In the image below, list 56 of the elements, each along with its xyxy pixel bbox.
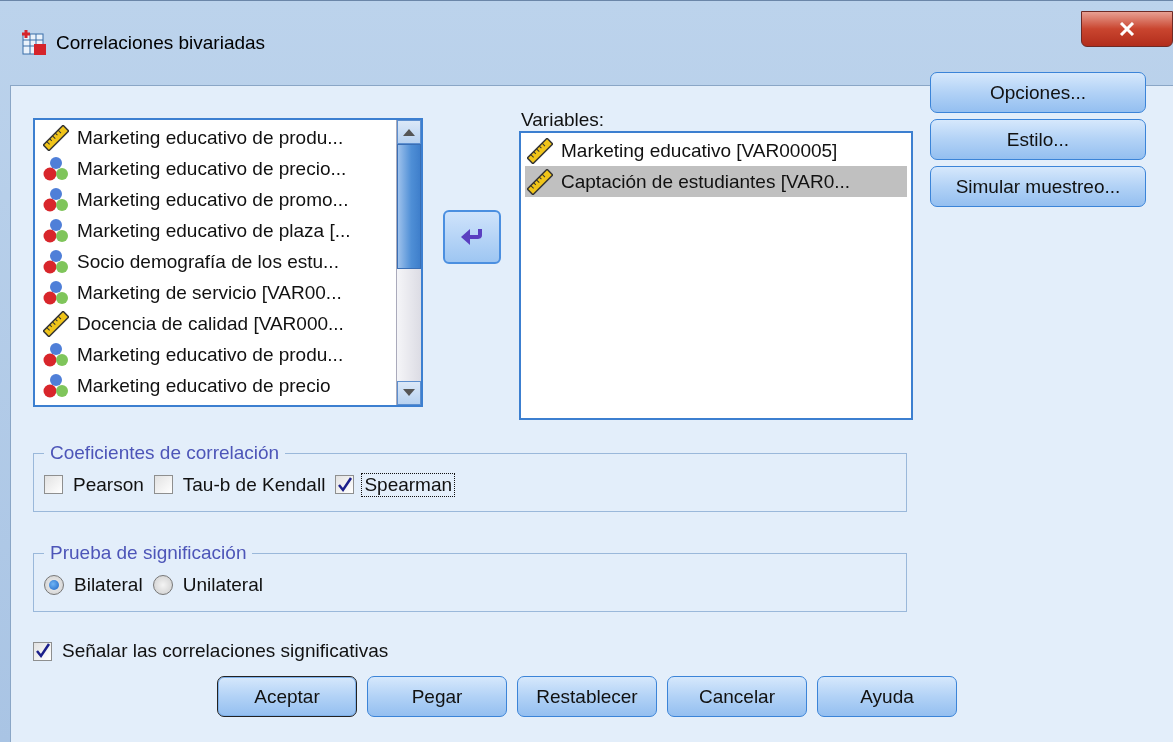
- variable-item[interactable]: Marketing educativo de produ...: [41, 122, 392, 153]
- three-balls-icon: [43, 186, 69, 213]
- window-title: Correlaciones bivariadas: [56, 32, 266, 54]
- three-balls-icon: [43, 155, 69, 182]
- three-balls-icon: [43, 372, 69, 399]
- variable-item[interactable]: Marketing educativo de promo...: [41, 184, 392, 215]
- radio-button[interactable]: [152, 574, 173, 595]
- dialog-button[interactable]: Pegar: [367, 676, 507, 717]
- dialog-button[interactable]: Simular muestreo...: [930, 166, 1146, 207]
- variable-item[interactable]: Marketing de servicio [VAR00...: [41, 277, 392, 308]
- move-variable-button[interactable]: [443, 210, 501, 264]
- variable-item[interactable]: Marketing educativo de precio: [41, 370, 392, 401]
- three-balls-icon: [43, 217, 69, 244]
- source-variable-list[interactable]: [33, 118, 423, 407]
- variable-item[interactable]: Marketing educativo de produ...: [41, 339, 392, 370]
- group-title: Coeficientes de correlación: [49, 442, 281, 464]
- checkbox-label[interactable]: Pearson: [71, 473, 146, 496]
- radio-label[interactable]: Bilateral: [72, 573, 145, 596]
- close-button[interactable]: [1081, 11, 1173, 47]
- variable-item[interactable]: Captación de estudiantes [VAR0...: [525, 166, 907, 197]
- checkbox-label[interactable]: Tau-b de Kendall: [180, 473, 328, 496]
- three-balls-icon: [43, 279, 69, 306]
- curved-arrow-icon: [460, 227, 484, 247]
- scroll-thumb[interactable]: [397, 144, 421, 269]
- checkbox[interactable]: [33, 641, 52, 661]
- checkmark-icon: [336, 476, 353, 493]
- scrollbar[interactable]: [396, 120, 421, 405]
- group-title: Prueba de significación: [49, 542, 248, 564]
- checkbox[interactable]: [153, 475, 173, 494]
- three-balls-icon: [43, 248, 69, 275]
- ruler-icon: [527, 168, 553, 195]
- variable-item[interactable]: Marketing educativo de plaza [...: [41, 215, 392, 246]
- dialog-button[interactable]: Estilo...: [930, 119, 1146, 160]
- dialog-button[interactable]: Cancelar: [667, 676, 807, 717]
- radio-button[interactable]: [44, 574, 64, 595]
- up-arrow-icon: [402, 128, 416, 136]
- checkbox[interactable]: [335, 475, 355, 494]
- checkbox[interactable]: [44, 475, 63, 494]
- radio-label[interactable]: Unilateral: [180, 573, 265, 596]
- selected-variable-list[interactable]: Marketing educativo [VAR00005] Captación de estudiantes [VAR0...: [519, 131, 913, 420]
- variable-item[interactable]: Marketing educativo [VAR00005]: [525, 135, 907, 166]
- close-icon: [1119, 22, 1135, 36]
- variables-label: Variables:: [520, 109, 605, 130]
- table-icon: [20, 29, 48, 57]
- dialog-button[interactable]: Restablecer: [517, 676, 657, 717]
- checkbox-label[interactable]: Spearman: [362, 473, 455, 496]
- variable-item[interactable]: Docencia de calidad [VAR000...: [41, 308, 392, 339]
- variable-item[interactable]: Marketing educativo de precio...: [41, 153, 392, 184]
- down-arrow-icon: [402, 389, 416, 397]
- checkmark-icon: [34, 643, 51, 659]
- dialog-button[interactable]: Ayuda: [817, 676, 957, 717]
- variable-item[interactable]: Socio demografía de los estu...: [41, 246, 392, 277]
- three-balls-icon: [43, 341, 69, 368]
- dialog-button[interactable]: Aceptar: [217, 676, 357, 717]
- dialog-button[interactable]: Opciones...: [930, 72, 1146, 113]
- checkbox-label[interactable]: Señalar las correlaciones significativas: [60, 640, 391, 662]
